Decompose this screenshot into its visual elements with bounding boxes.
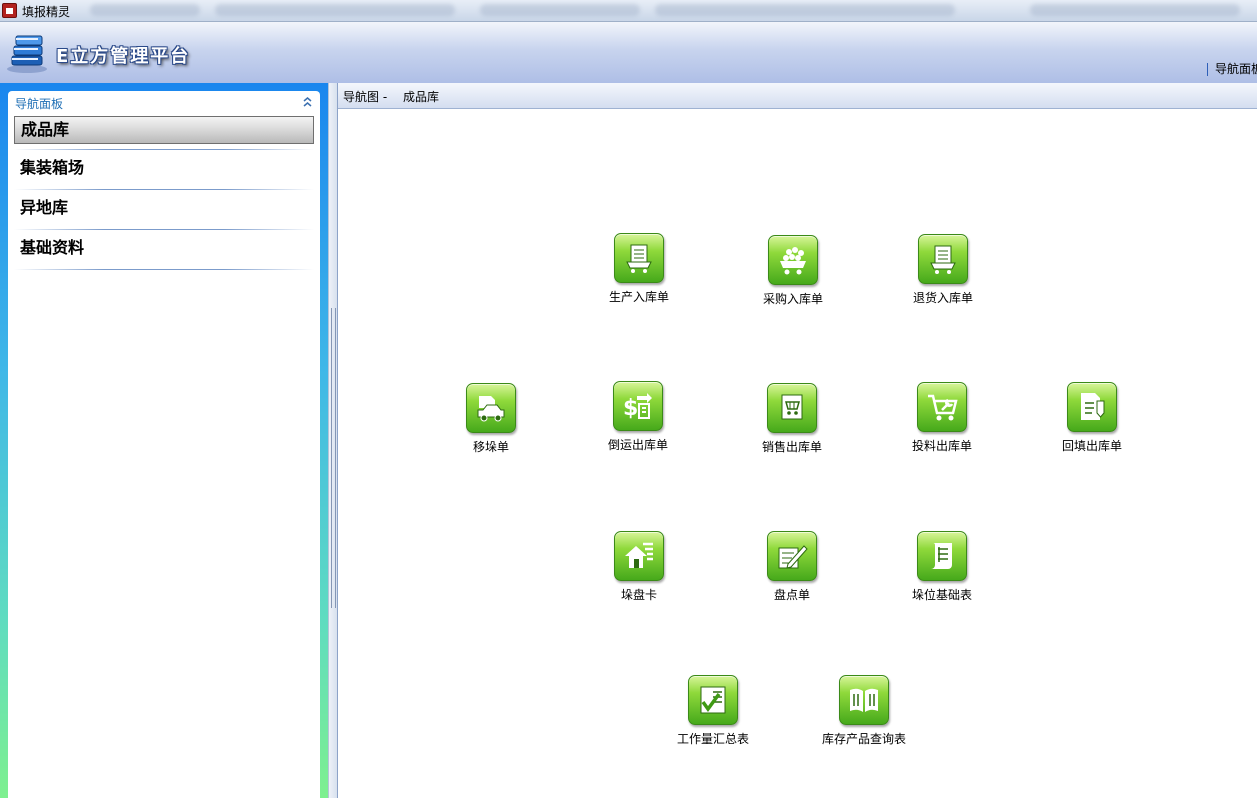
money-transfer-icon: $ — [613, 381, 663, 431]
stacked-books-logo-icon — [7, 35, 47, 73]
navigation-panel-header: 导航面板 — [8, 91, 320, 113]
tile-stocktake[interactable]: 盘点单 — [737, 531, 847, 609]
navigation-panel-title: 导航面板 — [15, 97, 64, 111]
checklist-icon — [688, 675, 738, 725]
tile-label: 库存产品查询表 — [821, 732, 906, 746]
svg-text:$: $ — [623, 396, 638, 421]
tile-stack-card[interactable]: 垛盘卡 — [584, 531, 694, 609]
blurred-taskbar-region — [1030, 4, 1240, 16]
window-title: 填报精灵 — [22, 5, 71, 19]
blurred-taskbar-region — [655, 4, 955, 16]
document-edit-icon — [1067, 382, 1117, 432]
cart-full-icon — [768, 235, 818, 285]
double-chevron-up-icon[interactable] — [302, 96, 313, 108]
blurred-taskbar-region — [480, 4, 640, 16]
brand-title: E立方管理平台 — [56, 46, 191, 67]
tile-transfer-issue[interactable]: $ 倒运出库单 — [583, 381, 693, 459]
tile-material-issue[interactable]: 投料出库单 — [887, 382, 997, 460]
cart-receipt-icon — [614, 233, 664, 283]
nav-item-basic-data[interactable]: 基础资料 — [14, 235, 314, 263]
blurred-taskbar-region — [90, 4, 200, 16]
cart-wrench-icon — [917, 382, 967, 432]
tile-label: 销售出库单 — [761, 440, 822, 454]
tile-sales-issue[interactable]: 销售出库单 — [737, 383, 847, 461]
tile-purchase-receipt[interactable]: 采购入库单 — [738, 235, 848, 313]
splitter-grip[interactable] — [331, 308, 336, 608]
cart-return-icon — [918, 234, 968, 284]
window-titlebar: 填报精灵 — [0, 0, 1257, 22]
nav-item-remote-warehouse[interactable]: 异地库 — [14, 195, 314, 223]
tile-return-receipt[interactable]: 退货入库单 — [888, 234, 998, 312]
scroll-list-icon — [917, 531, 967, 581]
tile-label: 投料出库单 — [911, 439, 972, 453]
nav-separator — [14, 149, 314, 150]
navigation-panel: 导航面板 成品库 集装箱场 异地库 基础资料 — [8, 91, 320, 798]
tile-stack-location-table[interactable]: 垛位基础表 — [887, 531, 997, 609]
nav-separator — [14, 229, 314, 230]
tile-label: 退货入库单 — [912, 291, 973, 305]
warehouse-card-icon — [614, 531, 664, 581]
tile-label: 回填出库单 — [1061, 439, 1122, 453]
nav-separator — [14, 269, 314, 270]
nav-separator — [14, 189, 314, 190]
tile-label: 生产入库单 — [608, 290, 669, 304]
nav-item-finished-goods[interactable]: 成品库 — [14, 116, 314, 144]
pencil-sheet-icon — [767, 531, 817, 581]
app-header: E立方管理平台 导航面板 — [0, 22, 1257, 84]
tile-stack-move[interactable]: 移垛单 — [436, 383, 546, 461]
breadcrumb-prefix: 导航图 - — [343, 90, 388, 104]
tile-workload-summary[interactable]: 工作量汇总表 — [658, 675, 768, 753]
tile-label: 垛盘卡 — [620, 588, 657, 602]
tile-label: 盘点单 — [773, 588, 810, 602]
app-icon — [2, 3, 17, 18]
nav-panel-toggle-link[interactable]: 导航面板 — [1207, 63, 1257, 76]
left-nav-frame: 导航面板 成品库 集装箱场 异地库 基础资料 — [0, 83, 328, 798]
panel-splitter[interactable] — [328, 83, 337, 798]
truck-icon — [466, 383, 516, 433]
blurred-taskbar-region — [215, 4, 455, 16]
tile-label: 移垛单 — [472, 440, 509, 454]
nav-item-container-yard[interactable]: 集装箱场 — [14, 155, 314, 183]
open-book-icon — [839, 675, 889, 725]
tile-label: 采购入库单 — [762, 292, 823, 306]
main-content: 导航图 - 成品库 生产入库单 采购入库单 退货入库单 移垛单 $ 倒运出库单 — [337, 83, 1257, 798]
breadcrumb-current: 成品库 — [403, 90, 440, 104]
tile-inventory-query[interactable]: 库存产品查询表 — [809, 675, 919, 753]
tile-backfill-issue[interactable]: 回填出库单 — [1037, 382, 1147, 460]
breadcrumb: 导航图 - 成品库 — [338, 83, 1257, 109]
tile-label: 工作量汇总表 — [676, 732, 749, 746]
tile-label: 倒运出库单 — [607, 438, 668, 452]
tile-label: 垛位基础表 — [911, 588, 972, 602]
sales-cart-icon — [767, 383, 817, 433]
tile-production-receipt[interactable]: 生产入库单 — [584, 233, 694, 311]
